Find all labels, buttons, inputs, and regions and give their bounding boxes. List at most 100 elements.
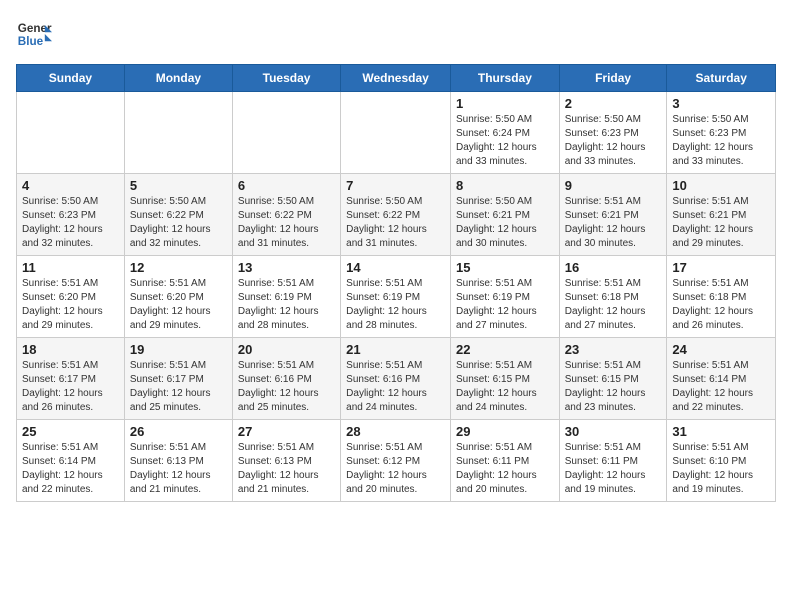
day-number: 23: [565, 342, 662, 357]
calendar-week-3: 18 Sunrise: 5:51 AMSunset: 6:17 PMDayligh…: [17, 338, 776, 420]
day-info: Sunrise: 5:51 AMSunset: 6:16 PMDaylight:…: [346, 359, 445, 415]
day-info: Sunrise: 5:51 AMSunset: 6:21 PMDaylight:…: [565, 195, 662, 251]
day-info: Sunrise: 5:51 AMSunset: 6:20 PMDaylight:…: [22, 277, 119, 333]
day-number: 3: [672, 96, 770, 111]
calendar-cell: [341, 92, 451, 174]
day-info: Sunrise: 5:51 AMSunset: 6:18 PMDaylight:…: [672, 277, 770, 333]
day-number: 22: [456, 342, 554, 357]
calendar-cell: 21 Sunrise: 5:51 AMSunset: 6:16 PMDayligh…: [341, 338, 451, 420]
day-info: Sunrise: 5:51 AMSunset: 6:16 PMDaylight:…: [238, 359, 335, 415]
day-number: 14: [346, 260, 445, 275]
calendar-cell: 1 Sunrise: 5:50 AMSunset: 6:24 PMDaylight…: [450, 92, 559, 174]
day-info: Sunrise: 5:51 AMSunset: 6:17 PMDaylight:…: [130, 359, 227, 415]
day-number: 21: [346, 342, 445, 357]
day-info: Sunrise: 5:51 AMSunset: 6:13 PMDaylight:…: [238, 441, 335, 497]
day-info: Sunrise: 5:50 AMSunset: 6:22 PMDaylight:…: [346, 195, 445, 251]
day-info: Sunrise: 5:51 AMSunset: 6:21 PMDaylight:…: [672, 195, 770, 251]
day-info: Sunrise: 5:51 AMSunset: 6:11 PMDaylight:…: [456, 441, 554, 497]
calendar-cell: 11 Sunrise: 5:51 AMSunset: 6:20 PMDayligh…: [17, 256, 125, 338]
day-number: 6: [238, 178, 335, 193]
day-number: 24: [672, 342, 770, 357]
svg-text:Blue: Blue: [18, 35, 44, 48]
day-info: Sunrise: 5:51 AMSunset: 6:15 PMDaylight:…: [565, 359, 662, 415]
day-number: 29: [456, 424, 554, 439]
calendar-cell: 24Sunrise: 5:51 AMSunset: 6:14 PMDayligh…: [667, 338, 776, 420]
day-number: 26: [130, 424, 227, 439]
calendar-cell: 4 Sunrise: 5:50 AMSunset: 6:23 PMDaylight…: [17, 174, 125, 256]
day-number: 11: [22, 260, 119, 275]
day-number: 13: [238, 260, 335, 275]
day-number: 5: [130, 178, 227, 193]
day-info: Sunrise: 5:50 AMSunset: 6:22 PMDaylight:…: [238, 195, 335, 251]
calendar-cell: [124, 92, 232, 174]
header-day-wednesday: Wednesday: [341, 65, 451, 92]
header-day-tuesday: Tuesday: [232, 65, 340, 92]
calendar-cell: 26 Sunrise: 5:51 AMSunset: 6:13 PMDayligh…: [124, 420, 232, 502]
day-number: 7: [346, 178, 445, 193]
header-day-monday: Monday: [124, 65, 232, 92]
day-info: Sunrise: 5:51 AMSunset: 6:10 PMDaylight:…: [672, 441, 770, 497]
day-number: 27: [238, 424, 335, 439]
day-number: 1: [456, 96, 554, 111]
day-number: 8: [456, 178, 554, 193]
day-info: Sunrise: 5:51 AMSunset: 6:11 PMDaylight:…: [565, 441, 662, 497]
day-number: 12: [130, 260, 227, 275]
day-info: Sunrise: 5:51 AMSunset: 6:15 PMDaylight:…: [456, 359, 554, 415]
calendar-cell: 25 Sunrise: 5:51 AMSunset: 6:14 PMDayligh…: [17, 420, 125, 502]
calendar-cell: 31Sunrise: 5:51 AMSunset: 6:10 PMDayligh…: [667, 420, 776, 502]
calendar-cell: 27 Sunrise: 5:51 AMSunset: 6:13 PMDayligh…: [232, 420, 340, 502]
day-number: 28: [346, 424, 445, 439]
logo: General Blue: [16, 16, 52, 52]
calendar-week-0: 1 Sunrise: 5:50 AMSunset: 6:24 PMDaylight…: [17, 92, 776, 174]
day-number: 17: [672, 260, 770, 275]
day-number: 16: [565, 260, 662, 275]
day-info: Sunrise: 5:51 AMSunset: 6:17 PMDaylight:…: [22, 359, 119, 415]
day-number: 20: [238, 342, 335, 357]
day-info: Sunrise: 5:50 AMSunset: 6:22 PMDaylight:…: [130, 195, 227, 251]
day-number: 19: [130, 342, 227, 357]
calendar-cell: 29 Sunrise: 5:51 AMSunset: 6:11 PMDayligh…: [450, 420, 559, 502]
day-number: 10: [672, 178, 770, 193]
calendar-header-row: SundayMondayTuesdayWednesdayThursdayFrid…: [17, 65, 776, 92]
day-number: 2: [565, 96, 662, 111]
calendar-cell: 8 Sunrise: 5:50 AMSunset: 6:21 PMDaylight…: [450, 174, 559, 256]
day-number: 9: [565, 178, 662, 193]
calendar-cell: 12 Sunrise: 5:51 AMSunset: 6:20 PMDayligh…: [124, 256, 232, 338]
header-day-thursday: Thursday: [450, 65, 559, 92]
header-day-friday: Friday: [559, 65, 667, 92]
day-number: 25: [22, 424, 119, 439]
day-number: 18: [22, 342, 119, 357]
calendar-cell: [232, 92, 340, 174]
calendar-week-1: 4 Sunrise: 5:50 AMSunset: 6:23 PMDaylight…: [17, 174, 776, 256]
calendar-cell: 10 Sunrise: 5:51 AMSunset: 6:21 PMDayligh…: [667, 174, 776, 256]
logo-icon: General Blue: [16, 16, 52, 52]
calendar-cell: 30Sunrise: 5:51 AMSunset: 6:11 PMDayligh…: [559, 420, 667, 502]
day-info: Sunrise: 5:51 AMSunset: 6:13 PMDaylight:…: [130, 441, 227, 497]
calendar-cell: 23 Sunrise: 5:51 AMSunset: 6:15 PMDayligh…: [559, 338, 667, 420]
calendar-cell: 22 Sunrise: 5:51 AMSunset: 6:15 PMDayligh…: [450, 338, 559, 420]
day-info: Sunrise: 5:51 AMSunset: 6:18 PMDaylight:…: [565, 277, 662, 333]
day-number: 4: [22, 178, 119, 193]
day-info: Sunrise: 5:51 AMSunset: 6:14 PMDaylight:…: [22, 441, 119, 497]
day-info: Sunrise: 5:50 AMSunset: 6:23 PMDaylight:…: [565, 113, 662, 169]
calendar-cell: 2 Sunrise: 5:50 AMSunset: 6:23 PMDaylight…: [559, 92, 667, 174]
day-info: Sunrise: 5:51 AMSunset: 6:19 PMDaylight:…: [238, 277, 335, 333]
calendar-cell: 14Sunrise: 5:51 AMSunset: 6:19 PMDayligh…: [341, 256, 451, 338]
day-info: Sunrise: 5:50 AMSunset: 6:21 PMDaylight:…: [456, 195, 554, 251]
calendar-cell: 16 Sunrise: 5:51 AMSunset: 6:18 PMDayligh…: [559, 256, 667, 338]
calendar-cell: 20 Sunrise: 5:51 AMSunset: 6:16 PMDayligh…: [232, 338, 340, 420]
header-day-saturday: Saturday: [667, 65, 776, 92]
header: General Blue: [16, 16, 776, 52]
day-info: Sunrise: 5:51 AMSunset: 6:19 PMDaylight:…: [456, 277, 554, 333]
day-info: Sunrise: 5:51 AMSunset: 6:12 PMDaylight:…: [346, 441, 445, 497]
header-day-sunday: Sunday: [17, 65, 125, 92]
calendar-week-4: 25 Sunrise: 5:51 AMSunset: 6:14 PMDayligh…: [17, 420, 776, 502]
calendar-cell: 3 Sunrise: 5:50 AMSunset: 6:23 PMDaylight…: [667, 92, 776, 174]
day-info: Sunrise: 5:50 AMSunset: 6:24 PMDaylight:…: [456, 113, 554, 169]
day-info: Sunrise: 5:51 AMSunset: 6:20 PMDaylight:…: [130, 277, 227, 333]
calendar-cell: 28 Sunrise: 5:51 AMSunset: 6:12 PMDayligh…: [341, 420, 451, 502]
day-info: Sunrise: 5:50 AMSunset: 6:23 PMDaylight:…: [672, 113, 770, 169]
calendar-cell: 13 Sunrise: 5:51 AMSunset: 6:19 PMDayligh…: [232, 256, 340, 338]
calendar-cell: 19 Sunrise: 5:51 AMSunset: 6:17 PMDayligh…: [124, 338, 232, 420]
day-info: Sunrise: 5:50 AMSunset: 6:23 PMDaylight:…: [22, 195, 119, 251]
